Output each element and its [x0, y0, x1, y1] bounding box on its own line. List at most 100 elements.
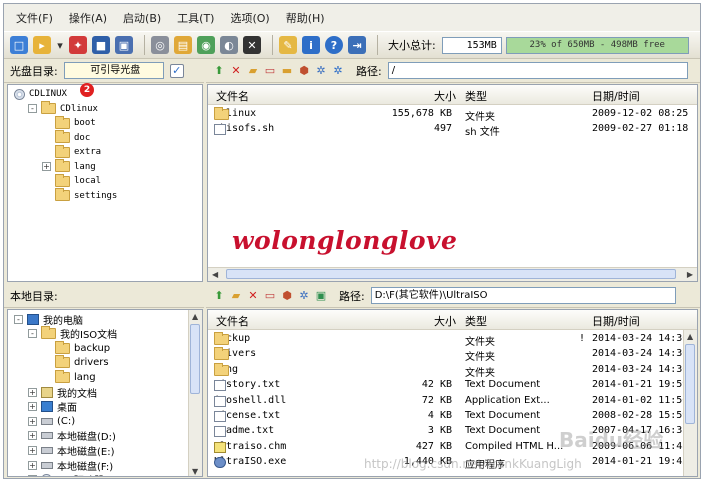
scroll-thumb[interactable]	[190, 324, 200, 394]
scroll-right-icon[interactable]: ▶	[687, 270, 693, 279]
local-tree: - 我的电脑 - 我的ISO文档 backup drivers lang + 我的文档 + 桌面 +(…	[7, 309, 203, 477]
boot-icon[interactable]: ⬢	[297, 64, 311, 78]
col-date[interactable]: 日期/时间	[592, 88, 640, 104]
up-folder-icon[interactable]: ⬆	[212, 64, 226, 78]
tree-node[interactable]: + 本地磁盘(E:)	[28, 443, 115, 458]
tree-node[interactable]: - CDlinux	[28, 101, 98, 116]
col-type[interactable]: 类型	[465, 88, 487, 104]
file-row[interactable]: License.txt 4 KB Text Document 2008-02-28 1…	[208, 409, 697, 424]
col-type[interactable]: 类型	[465, 313, 487, 329]
local-settings-icon[interactable]: ✲	[297, 289, 311, 303]
delete-icon[interactable]: ✕	[229, 64, 243, 78]
expand-icon[interactable]: +	[42, 162, 51, 171]
tree-node[interactable]: - 我的ISO文档	[28, 326, 117, 341]
exit-icon[interactable]: ⇥	[348, 36, 366, 54]
file-row[interactable]: History.txt 42 KB Text Document 2014-01-21 …	[208, 378, 697, 393]
collapse-icon[interactable]: -	[14, 314, 23, 324]
volume-label-field[interactable]: 可引导光盘	[63, 62, 164, 79]
scroll-thumb[interactable]	[685, 344, 695, 424]
local-path-field[interactable]: D:\F(其它软件)\UltraISO	[370, 287, 676, 304]
menu-options[interactable]: 选项(O)	[222, 10, 277, 26]
col-size[interactable]: 大小	[434, 88, 456, 104]
properties-icon[interactable]: ✎	[279, 36, 297, 54]
menu-tools[interactable]: 工具(T)	[169, 10, 222, 26]
local-up-folder-icon[interactable]: ⬆	[212, 289, 226, 303]
extract-icon[interactable]: ✦	[69, 36, 87, 54]
expand-icon[interactable]: +	[28, 460, 37, 470]
expand-icon[interactable]: +	[28, 475, 37, 476]
scroll-thumb[interactable]	[226, 269, 676, 279]
file-row[interactable]: lang 文件夹 2014-03-24 14:30	[208, 362, 697, 379]
local-burn-icon[interactable]: ⬢	[280, 289, 294, 303]
rename-icon[interactable]: ▭	[263, 64, 277, 78]
menu-bootable[interactable]: 启动(B)	[115, 10, 169, 26]
local-refresh-icon[interactable]: ▣	[314, 289, 328, 303]
col-filename[interactable]: 文件名	[216, 313, 249, 329]
make-cd-image-icon[interactable]: ◎	[151, 36, 169, 54]
mount-icon[interactable]: ◉	[197, 36, 215, 54]
tree-node[interactable]: - 我的电脑	[14, 312, 83, 327]
tree-node[interactable]: boot	[55, 115, 96, 130]
save-as-icon[interactable]: ▣	[115, 36, 133, 54]
collapse-icon[interactable]: -	[28, 104, 37, 113]
expand-icon[interactable]: +	[28, 402, 37, 412]
open-dropdown-icon[interactable]: ▾	[56, 36, 64, 54]
burn-icon[interactable]: ◐	[220, 36, 238, 54]
document-icon	[214, 426, 226, 438]
file-row[interactable]: CDlinux 155,678 KB 文件夹 2009-12-02 08:25	[208, 107, 697, 123]
tree-node[interactable]: + lang	[42, 159, 96, 174]
view-icon[interactable]: ✲	[331, 64, 345, 78]
settings-icon[interactable]: ✲	[314, 64, 328, 78]
new-icon[interactable]: □	[10, 36, 28, 54]
tree-node[interactable]: + 桌面	[28, 400, 77, 414]
new-folder-icon[interactable]: ▰	[246, 64, 260, 78]
open-icon[interactable]: ▸	[33, 36, 51, 54]
scroll-left-icon[interactable]: ◀	[212, 270, 218, 279]
scroll-up-icon[interactable]: ▲	[192, 312, 198, 321]
compress-icon[interactable]: ▤	[174, 36, 192, 54]
local-tree-vscrollbar[interactable]: ▲ ▼	[188, 310, 202, 476]
collapse-icon[interactable]: -	[28, 329, 37, 339]
menu-help[interactable]: 帮助(H)	[278, 10, 333, 26]
local-delete-icon[interactable]: ✕	[246, 289, 260, 303]
tree-node[interactable]: local	[55, 173, 101, 188]
tree-node[interactable]: + CD 驱动器(G:)	[28, 473, 123, 476]
virtual-drive-icon[interactable]: ✕	[243, 36, 261, 54]
col-size[interactable]: 大小	[434, 313, 456, 329]
local-rename-icon[interactable]: ▭	[263, 289, 277, 303]
cd-path-field[interactable]: /	[387, 62, 688, 79]
scroll-down-icon[interactable]: ▼	[192, 467, 198, 476]
add-files-icon[interactable]: ▬	[280, 64, 294, 78]
tree-node[interactable]: lang	[55, 369, 96, 384]
tree-node[interactable]: + 本地磁盘(D:)	[28, 429, 116, 443]
file-row[interactable]: mkisofs.sh 497 sh 文件 2009-02-27 01:18	[208, 122, 697, 138]
expand-icon[interactable]: +	[28, 387, 37, 397]
tree-node[interactable]: doc	[55, 130, 90, 145]
expand-icon[interactable]: +	[28, 445, 37, 455]
tree-node[interactable]: + (C:)	[28, 414, 75, 428]
help-icon[interactable]: ?	[325, 36, 343, 54]
cd-list-hscrollbar[interactable]: ◀ ▶	[208, 267, 697, 281]
expand-icon[interactable]: +	[28, 431, 37, 441]
menu-file[interactable]: 文件(F)	[8, 10, 61, 26]
tree-node[interactable]: settings	[55, 188, 117, 203]
local-list-vscrollbar[interactable]: ▲	[683, 330, 697, 476]
volume-properties-icon[interactable]: ✓	[169, 63, 184, 78]
tree-node[interactable]: backup	[55, 340, 110, 355]
expand-icon[interactable]: +	[28, 416, 37, 426]
info-icon[interactable]: i	[302, 36, 320, 54]
file-row[interactable]: isoshell.dll 72 KB Application Ext... 2014-…	[208, 394, 697, 409]
tree-node[interactable]: + 本地磁盘(F:)	[28, 458, 113, 473]
tree-node[interactable]: drivers	[55, 355, 109, 370]
file-row[interactable]: drivers 文件夹 2014-03-24 14:30	[208, 347, 697, 363]
menu-actions[interactable]: 操作(A)	[61, 10, 115, 26]
tree-node[interactable]: extra	[55, 144, 101, 159]
col-filename[interactable]: 文件名	[216, 88, 249, 104]
col-date[interactable]: 日期/时间	[592, 313, 640, 329]
scroll-up-icon[interactable]: ▲	[687, 332, 693, 341]
file-row[interactable]: backup 文件夹 2014-03-24 14:30!	[208, 332, 697, 348]
tree-node[interactable]: CDLINUX	[14, 87, 67, 101]
save-icon[interactable]: ■	[92, 36, 110, 54]
local-new-folder-icon[interactable]: ▰	[229, 289, 243, 303]
tree-node[interactable]: + 我的文档	[28, 385, 97, 400]
